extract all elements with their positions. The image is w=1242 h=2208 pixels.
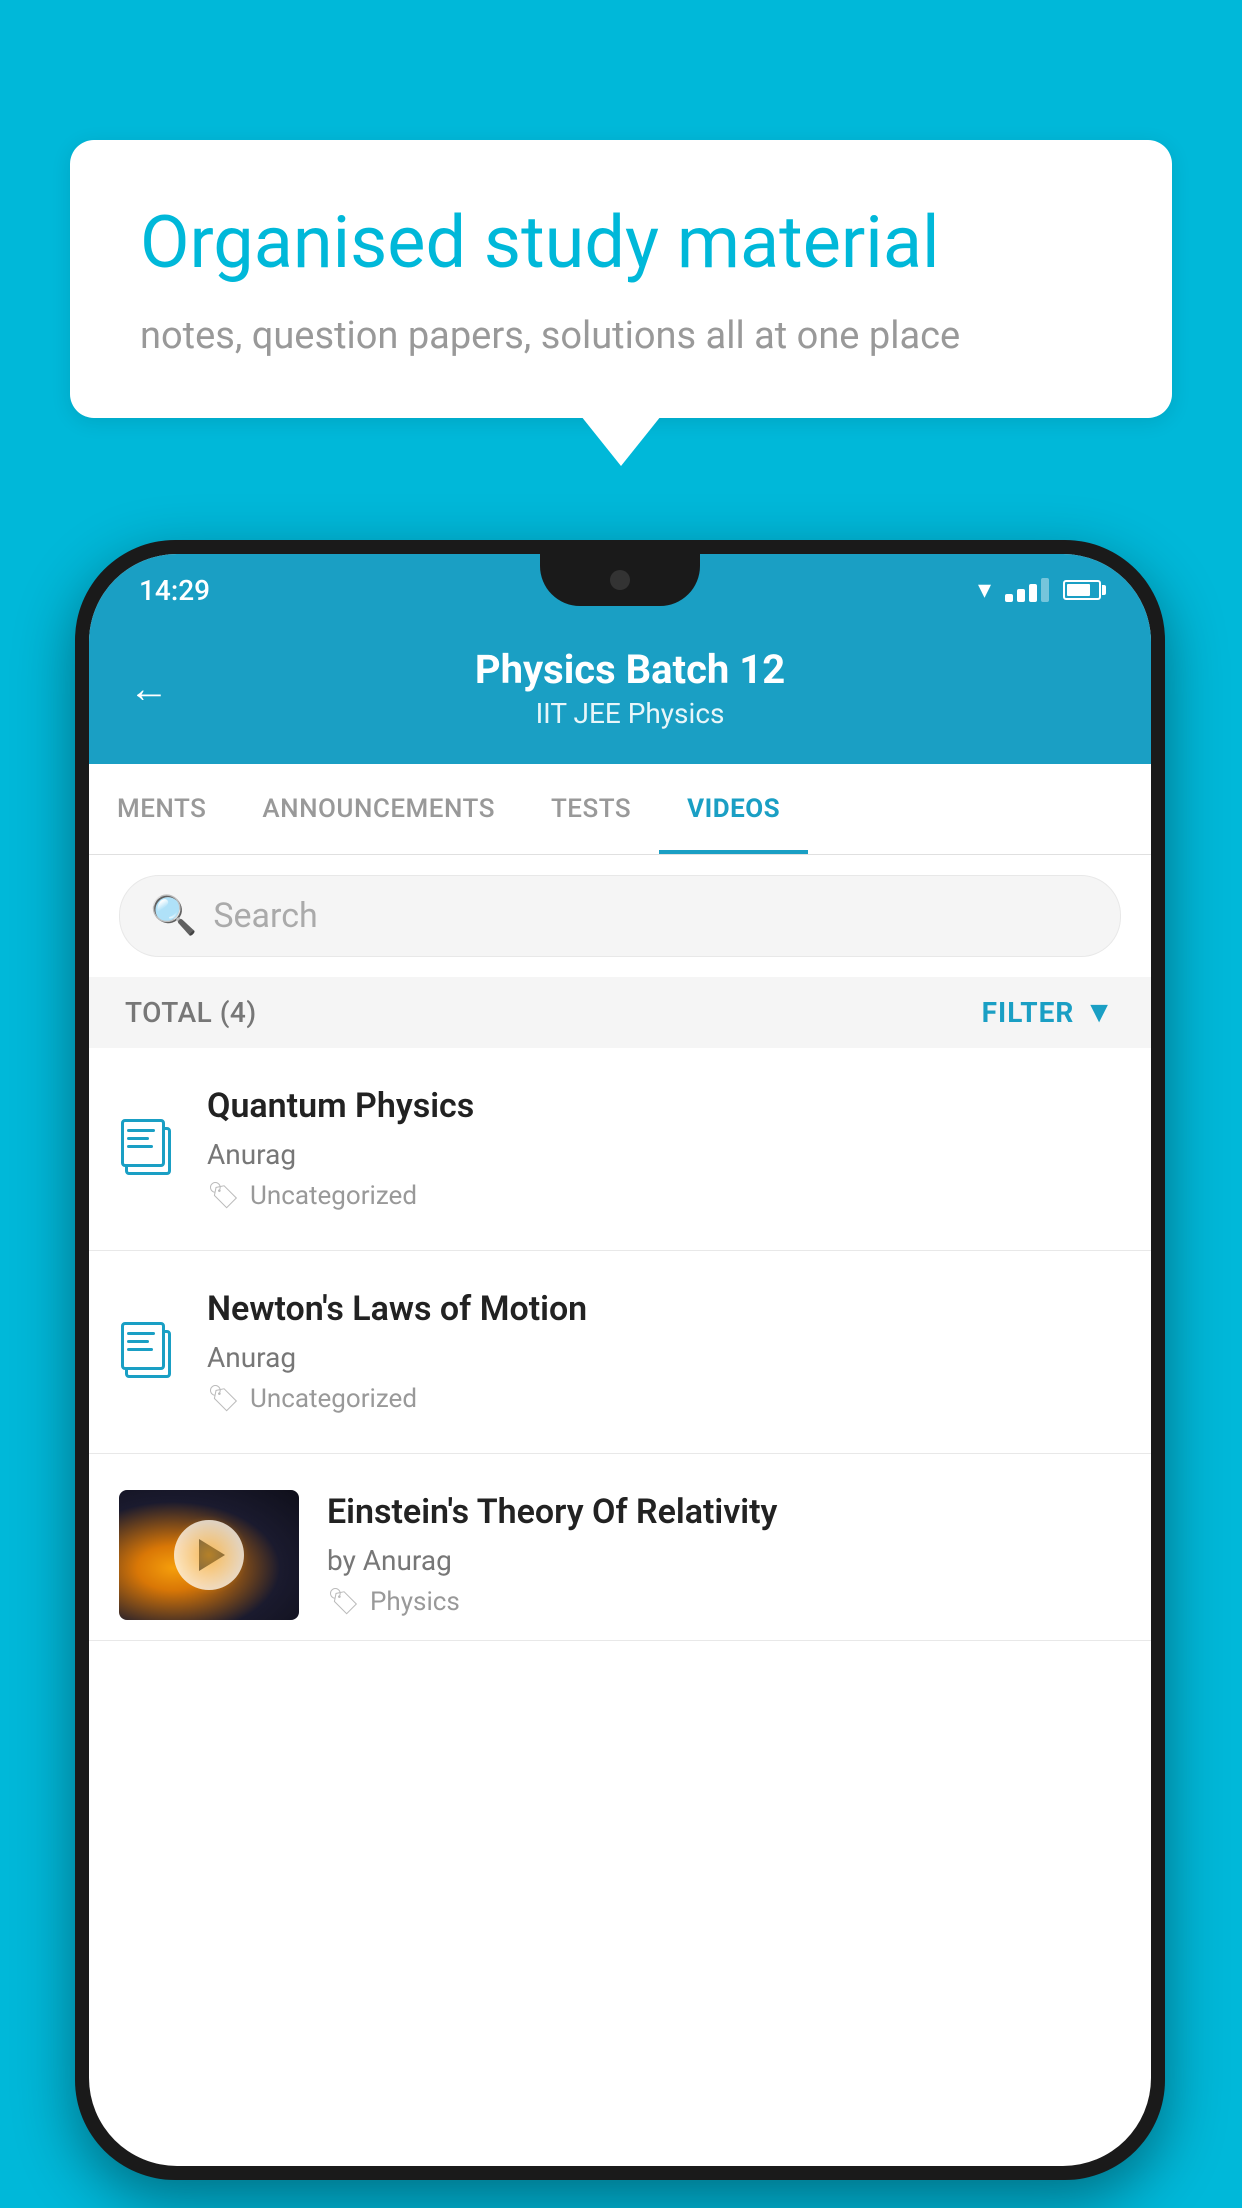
list-item[interactable]: Einstein's Theory Of Relativity by Anura… — [89, 1454, 1151, 1641]
tab-videos[interactable]: VIDEOS — [659, 764, 808, 854]
filter-bar: TOTAL (4) FILTER ▼ — [89, 977, 1151, 1048]
camera-dot — [610, 570, 630, 590]
total-count: TOTAL (4) — [125, 996, 257, 1029]
bubble-subtitle: notes, question papers, solutions all at… — [140, 314, 1102, 358]
status-time: 14:29 — [139, 574, 210, 607]
tag-label: Uncategorized — [250, 1181, 417, 1211]
search-container: 🔍 Search — [89, 855, 1151, 977]
tag-label: Physics — [370, 1587, 460, 1617]
video-author: by Anurag — [327, 1544, 1121, 1577]
tag-icon: 🏷 — [207, 1384, 240, 1414]
filter-button[interactable]: FILTER ▼ — [982, 995, 1115, 1030]
video-title: Newton's Laws of Motion — [207, 1287, 1121, 1331]
back-button[interactable]: ← — [129, 665, 169, 712]
status-icons: ▾ — [978, 575, 1101, 605]
batch-subtitle: IIT JEE Physics — [189, 697, 1071, 730]
video-author: Anurag — [207, 1341, 1121, 1374]
video-tag: 🏷 Physics — [327, 1587, 1121, 1617]
video-info: Einstein's Theory Of Relativity by Anura… — [327, 1490, 1121, 1617]
tab-announcements[interactable]: ANNOUNCEMENTS — [234, 764, 523, 854]
video-list: Quantum Physics Anurag 🏷 Uncategorized — [89, 1048, 1151, 1641]
header-top: ← Physics Batch 12 IIT JEE Physics — [129, 646, 1111, 730]
app-header: ← Physics Batch 12 IIT JEE Physics — [89, 626, 1151, 764]
tab-ments[interactable]: MENTS — [89, 764, 234, 854]
search-bar[interactable]: 🔍 Search — [119, 875, 1121, 957]
folder-icon-container — [119, 1084, 179, 1214]
tab-tests[interactable]: TESTS — [523, 764, 659, 854]
folder-icon — [121, 1322, 177, 1382]
video-info: Newton's Laws of Motion Anurag 🏷 Uncateg… — [207, 1287, 1121, 1414]
tabs-bar: MENTS ANNOUNCEMENTS TESTS VIDEOS — [89, 764, 1151, 855]
play-triangle-icon — [199, 1539, 225, 1571]
search-placeholder: Search — [213, 896, 317, 936]
folder-icon-container — [119, 1287, 179, 1417]
search-icon: 🔍 — [150, 894, 197, 938]
video-thumbnail — [119, 1490, 299, 1620]
header-title-group: Physics Batch 12 IIT JEE Physics — [189, 646, 1111, 730]
status-bar: 14:29 ▾ — [89, 554, 1151, 626]
phone-frame: 14:29 ▾ ← — [75, 540, 1165, 2180]
app-content: ← Physics Batch 12 IIT JEE Physics MENTS… — [89, 626, 1151, 2166]
video-tag: 🏷 Uncategorized — [207, 1181, 1121, 1211]
video-title: Quantum Physics — [207, 1084, 1121, 1128]
battery-icon — [1063, 580, 1101, 600]
tag-icon: 🏷 — [207, 1181, 240, 1211]
filter-label: FILTER — [982, 996, 1075, 1029]
signal-icon — [1005, 578, 1049, 602]
video-author: Anurag — [207, 1138, 1121, 1171]
phone-notch — [540, 554, 700, 606]
phone-inner: 14:29 ▾ ← — [89, 554, 1151, 2166]
filter-funnel-icon: ▼ — [1084, 995, 1115, 1030]
tag-label: Uncategorized — [250, 1384, 417, 1414]
speech-bubble: Organised study material notes, question… — [70, 140, 1172, 418]
video-info: Quantum Physics Anurag 🏷 Uncategorized — [207, 1084, 1121, 1211]
play-button[interactable] — [174, 1520, 244, 1590]
speech-bubble-container: Organised study material notes, question… — [70, 140, 1172, 418]
tag-icon: 🏷 — [327, 1587, 360, 1617]
list-item[interactable]: Quantum Physics Anurag 🏷 Uncategorized — [89, 1048, 1151, 1251]
video-title: Einstein's Theory Of Relativity — [327, 1490, 1121, 1534]
video-tag: 🏷 Uncategorized — [207, 1384, 1121, 1414]
batch-title: Physics Batch 12 — [189, 646, 1071, 693]
list-item[interactable]: Newton's Laws of Motion Anurag 🏷 Uncateg… — [89, 1251, 1151, 1454]
wifi-icon: ▾ — [978, 575, 991, 605]
bubble-title: Organised study material — [140, 200, 1102, 286]
folder-icon — [121, 1119, 177, 1179]
